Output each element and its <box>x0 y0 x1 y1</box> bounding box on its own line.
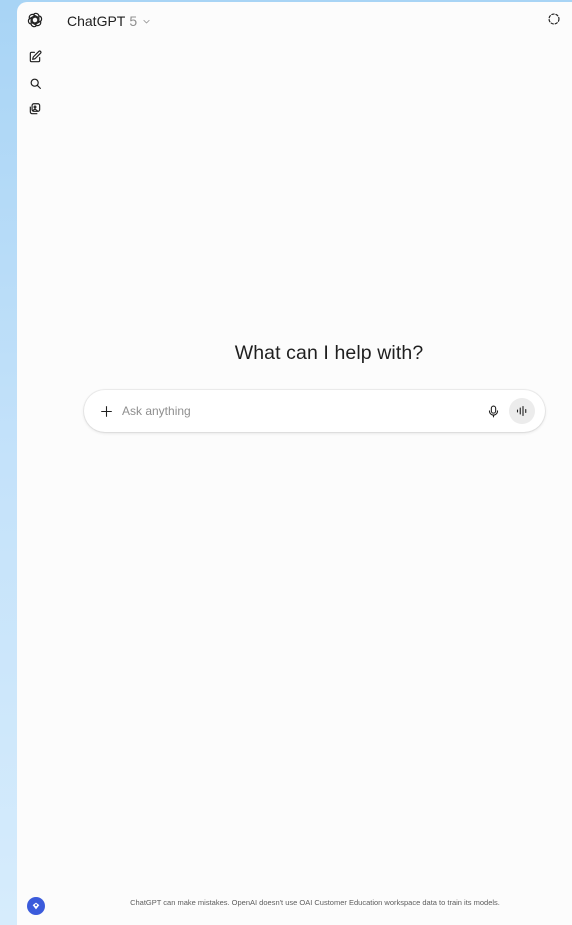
workspace-icon <box>32 902 40 910</box>
app-window: ChatGPT 5 What can I help with? Ask anyt… <box>17 2 572 925</box>
microphone-icon[interactable] <box>484 402 502 420</box>
sidebar <box>17 2 55 925</box>
profile-avatar[interactable] <box>27 897 45 915</box>
temporary-chat-icon[interactable] <box>547 12 563 28</box>
attach-plus-icon[interactable] <box>96 401 116 421</box>
voice-mode-button[interactable] <box>509 398 535 424</box>
search-icon[interactable] <box>26 74 44 92</box>
prompt-input[interactable] <box>122 400 462 422</box>
library-icon[interactable] <box>26 100 44 118</box>
disclaimer-text: ChatGPT can make mistakes. OpenAI doesn'… <box>130 898 500 907</box>
model-selector[interactable]: ChatGPT 5 <box>67 11 151 31</box>
page-title: What can I help with? <box>234 342 424 364</box>
model-name: ChatGPT <box>67 13 126 29</box>
composer <box>84 390 545 432</box>
new-chat-icon[interactable] <box>26 48 44 66</box>
chevron-down-icon <box>142 17 151 26</box>
openai-logo-icon[interactable] <box>26 11 44 29</box>
model-version: 5 <box>129 13 138 29</box>
waveform-icon <box>516 405 527 417</box>
